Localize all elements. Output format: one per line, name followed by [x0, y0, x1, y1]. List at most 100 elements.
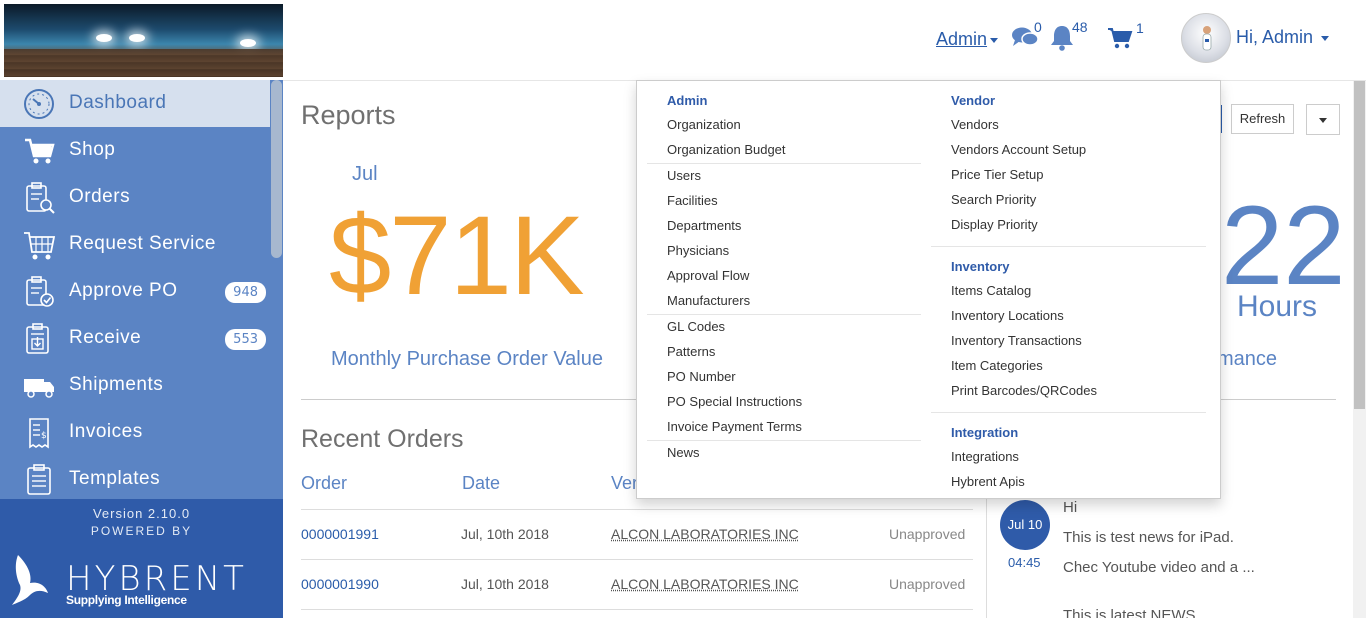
sidebar-item-invoices[interactable]: $ Invoices: [0, 409, 270, 456]
brand-tagline: Supplying Intelligence: [66, 593, 187, 607]
sidebar-nav: Dashboard Shop Orders Request Service Ap…: [0, 80, 283, 499]
dropdown-heading-integration: Integration: [951, 425, 1019, 440]
user-greeting: Hi, Admin: [1236, 27, 1314, 47]
menu-item-vendors[interactable]: Vendors: [951, 117, 999, 132]
notifications-count: 48: [1072, 19, 1088, 35]
menu-item-item-categories[interactable]: Item Categories: [951, 358, 1043, 373]
order-vendor-link[interactable]: ALCON LABORATORIES INC: [611, 576, 799, 592]
column-header-order[interactable]: Order: [301, 473, 347, 494]
sidebar-item-shop[interactable]: Shop: [0, 127, 270, 174]
user-menu-toggle[interactable]: Hi, Admin: [1236, 27, 1330, 48]
version-text: Version 2.10.0: [92, 506, 191, 521]
menu-item-news[interactable]: News: [667, 445, 700, 460]
order-number-link[interactable]: 0000001990: [301, 576, 379, 592]
sidebar-item-templates[interactable]: Templates: [0, 456, 270, 499]
menu-item-price-tier-setup[interactable]: Price Tier Setup: [951, 167, 1044, 182]
news-line: Hi: [1063, 499, 1078, 516]
menu-item-vendors-account-setup[interactable]: Vendors Account Setup: [951, 142, 1086, 157]
row-divider: [301, 509, 973, 510]
admin-menu-toggle[interactable]: Admin: [936, 29, 999, 50]
menu-divider: [647, 314, 921, 315]
sidebar-scrollbar[interactable]: [270, 80, 283, 499]
hours-label: Hours: [1237, 290, 1318, 323]
menu-item-po-number[interactable]: PO Number: [667, 369, 736, 384]
menu-item-physicians[interactable]: Physicians: [667, 243, 729, 258]
sidebar-item-label: Request Service: [69, 233, 216, 254]
chevron-down-icon: [1319, 118, 1327, 123]
sidebar-item-approve-po[interactable]: Approve PO 948: [0, 268, 270, 315]
sidebar-item-receive[interactable]: Receive 553: [0, 315, 270, 362]
request-service-cart-icon: [24, 232, 56, 260]
approve-clipboard-check-icon: [26, 276, 54, 307]
performance-caption: mance: [1217, 348, 1278, 370]
menu-item-manufacturers[interactable]: Manufacturers: [667, 293, 750, 308]
logo-banner: [0, 0, 283, 80]
menu-divider: [647, 440, 921, 441]
menu-item-facilities[interactable]: Facilities: [667, 193, 718, 208]
news-line: This is test news for iPad.: [1063, 529, 1234, 546]
templates-clipboard-icon: [27, 464, 51, 495]
sidebar-item-label: Dashboard: [69, 92, 167, 113]
admin-menu-label: Admin: [936, 29, 988, 49]
menu-item-users[interactable]: Users: [667, 168, 701, 183]
menu-item-inventory-transactions[interactable]: Inventory Transactions: [951, 333, 1082, 348]
menu-item-organization-budget[interactable]: Organization Budget: [667, 142, 786, 157]
sidebar-item-request-service[interactable]: Request Service: [0, 221, 270, 268]
row-divider: [301, 609, 973, 610]
powered-by-text: POWERED BY: [90, 524, 193, 538]
news-line: This is latest NEWS: [1063, 607, 1196, 618]
report-options-button[interactable]: [1306, 104, 1340, 135]
order-status: Unapproved: [889, 576, 966, 592]
news-time: 04:45: [1008, 555, 1041, 570]
menu-item-invoice-payment-terms[interactable]: Invoice Payment Terms: [667, 419, 802, 434]
menu-item-patterns[interactable]: Patterns: [667, 344, 715, 359]
order-number-link[interactable]: 0000001991: [301, 526, 379, 542]
sidebar-item-label: Shop: [69, 139, 116, 160]
order-vendor-link[interactable]: ALCON LABORATORIES INC: [611, 526, 799, 542]
cart-icon[interactable]: [1107, 27, 1133, 49]
column-header-date[interactable]: Date: [462, 473, 500, 494]
menu-item-inventory-locations[interactable]: Inventory Locations: [951, 308, 1064, 323]
admin-dropdown-menu: Admin Organization Organization Budget U…: [636, 80, 1221, 499]
menu-divider: [931, 246, 1206, 247]
sidebar-item-label: Receive: [69, 327, 142, 348]
menu-divider: [647, 163, 921, 164]
menu-item-print-barcodes[interactable]: Print Barcodes/QRCodes: [951, 383, 1097, 398]
column-header-vendor[interactable]: Ver: [611, 473, 638, 494]
menu-item-search-priority[interactable]: Search Priority: [951, 192, 1036, 207]
dropdown-heading-admin: Admin: [667, 93, 708, 108]
dropdown-heading-inventory: Inventory: [951, 259, 1010, 274]
order-date: Jul, 10th 2018: [461, 576, 549, 592]
avatar[interactable]: [1181, 13, 1231, 63]
page-scrollbar[interactable]: [1353, 81, 1366, 618]
news-line[interactable]: Chec Youtube video and a ...: [1063, 559, 1255, 576]
svg-text:$: $: [41, 431, 47, 441]
menu-item-organization[interactable]: Organization: [667, 117, 741, 132]
sidebar-item-dashboard[interactable]: Dashboard: [0, 80, 270, 127]
hybrent-logo-icon: [12, 555, 48, 605]
messages-count: 0: [1034, 19, 1042, 35]
sidebar-item-shipments[interactable]: Shipments: [0, 362, 270, 409]
order-status: Unapproved: [889, 526, 966, 542]
menu-item-departments[interactable]: Departments: [667, 218, 741, 233]
menu-item-items-catalog[interactable]: Items Catalog: [951, 283, 1031, 298]
menu-item-po-special-instructions[interactable]: PO Special Instructions: [667, 394, 802, 409]
menu-item-integrations[interactable]: Integrations: [951, 449, 1019, 464]
logo-image: [4, 4, 283, 77]
menu-item-hybrent-apis[interactable]: Hybrent Apis: [951, 474, 1025, 489]
receive-clipboard-download-icon: [26, 323, 49, 354]
sidebar-scrollbar-thumb[interactable]: [271, 80, 282, 258]
monthly-po-caption: Monthly Purchase Order Value: [331, 348, 603, 370]
chevron-down-icon: [990, 37, 999, 43]
dropdown-heading-vendor: Vendor: [951, 93, 996, 108]
cart-count: 1: [1136, 20, 1144, 36]
page-scrollbar-thumb[interactable]: [1354, 81, 1365, 409]
news-date-badge: Jul 10: [1000, 500, 1050, 550]
reports-title: Reports: [301, 100, 396, 130]
menu-item-gl-codes[interactable]: GL Codes: [667, 319, 725, 334]
sidebar-item-orders[interactable]: Orders: [0, 174, 270, 221]
sidebar-item-label: Shipments: [69, 374, 164, 395]
menu-item-approval-flow[interactable]: Approval Flow: [667, 268, 749, 283]
menu-item-display-priority[interactable]: Display Priority: [951, 217, 1038, 232]
refresh-button[interactable]: Refresh: [1231, 104, 1294, 134]
